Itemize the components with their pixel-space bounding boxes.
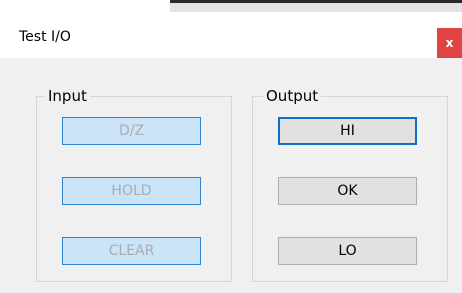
dz-button: D/Z — [62, 117, 201, 145]
background-window-edge — [170, 0, 462, 3]
clear-button: CLEAR — [62, 237, 201, 265]
hold-button: HOLD — [62, 177, 201, 205]
lo-button[interactable]: LO — [278, 237, 417, 265]
window-title: Test I/O — [19, 29, 71, 45]
output-group: Output HI OK LO — [252, 86, 448, 282]
input-group: Input D/Z HOLD CLEAR — [36, 86, 232, 282]
input-group-label: Input — [45, 86, 90, 106]
hi-button[interactable]: HI — [278, 117, 417, 145]
close-icon: x — [445, 36, 454, 50]
dialog-body: Input D/Z HOLD CLEAR Output HI OK LO — [0, 58, 462, 293]
title-bar[interactable]: Test I/O x — [0, 12, 462, 58]
output-group-label: Output — [263, 86, 322, 106]
close-button[interactable]: x — [437, 28, 462, 58]
test-io-dialog: Test I/O x Input D/Z HOLD CLEAR Output H… — [0, 0, 462, 293]
ok-button[interactable]: OK — [278, 177, 417, 205]
